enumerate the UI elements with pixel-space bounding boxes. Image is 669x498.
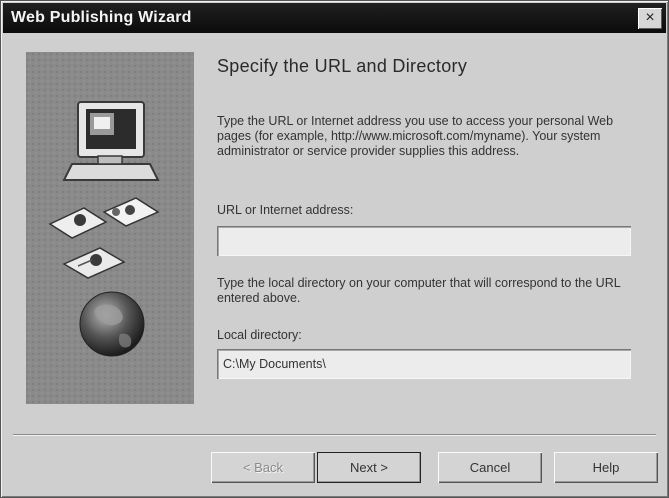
url-input[interactable]	[217, 226, 631, 256]
local-directory-instructions: Type the local directory on your compute…	[217, 276, 621, 305]
back-button[interactable]: < Back	[211, 452, 315, 483]
computer-icon	[62, 101, 160, 181]
web-publishing-wizard-window: Web Publishing Wizard × Specify the URL …	[0, 0, 669, 498]
wizard-side-illustration	[26, 52, 194, 404]
local-directory-label: Local directory:	[217, 328, 302, 342]
globe-icon	[79, 291, 145, 357]
url-label: URL or Internet address:	[217, 203, 354, 217]
button-separator	[13, 434, 656, 436]
page-heading: Specify the URL and Directory	[217, 56, 468, 76]
cancel-button[interactable]: Cancel	[438, 452, 542, 483]
title-bar[interactable]: Web Publishing Wizard ×	[3, 3, 666, 33]
window-title: Web Publishing Wizard	[11, 9, 192, 26]
close-button[interactable]: ×	[638, 8, 662, 29]
url-instructions: Type the URL or Internet address you use…	[217, 114, 614, 158]
help-button[interactable]: Help	[554, 452, 658, 483]
local-directory-input[interactable]: C:\My Documents\	[217, 349, 631, 379]
next-button[interactable]: Next >	[317, 452, 421, 483]
